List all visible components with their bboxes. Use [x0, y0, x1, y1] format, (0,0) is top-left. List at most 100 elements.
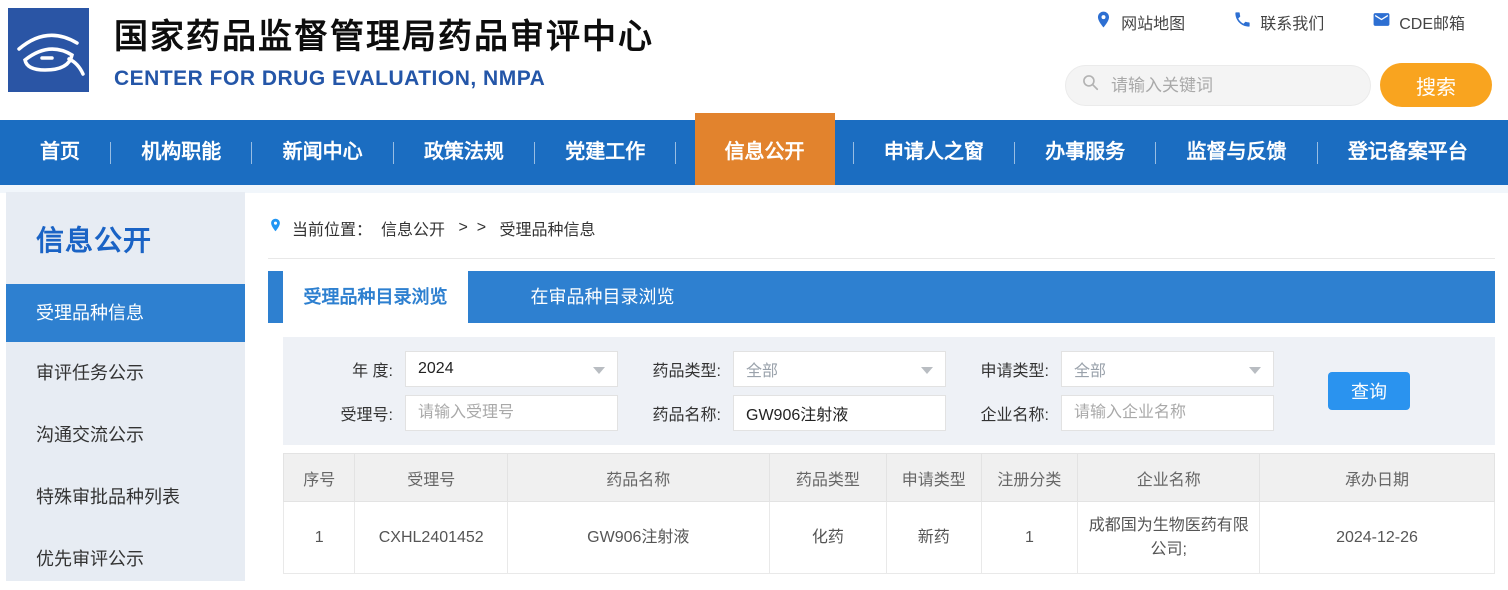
search-icon [1081, 73, 1101, 98]
filter-panel: 年 度: 2024 药品类型: 全部 申请类型: 全部 [283, 337, 1495, 445]
site-title: 国家药品监督管理局药品审评中心 [114, 9, 654, 58]
swan-logo-icon [8, 79, 89, 96]
filter-row-1: 年 度: 2024 药品类型: 全部 申请类型: 全部 [308, 351, 1495, 387]
year-filter: 年 度: 2024 [308, 351, 618, 387]
nav-item-info-disclosure[interactable]: 信息公开 [695, 113, 835, 185]
breadcrumb-separator: > > [454, 219, 490, 237]
acceptance-no-input[interactable] [405, 395, 618, 431]
main-nav: 首页 机构职能 新闻中心 政策法规 党建工作 信息公开 申请人之窗 办事服务 监… [0, 120, 1508, 185]
sidebar-item-special-approval[interactable]: 特殊审批品种列表 [6, 466, 245, 528]
sidebar: 信息公开 受理品种信息 审评任务公示 沟通交流公示 特殊审批品种列表 优先审评公… [6, 192, 245, 581]
main-content: 当前位置： 信息公开 > > 受理品种信息 受理品种目录浏览 在审品种目录浏览 年… [268, 192, 1495, 574]
drug-name-filter: 药品名称: [636, 395, 946, 431]
cell-date: 2024-12-26 [1260, 502, 1495, 574]
sidebar-item-communication[interactable]: 沟通交流公示 [6, 404, 245, 466]
chevron-down-icon [921, 367, 933, 374]
nav-separator [853, 142, 854, 164]
nav-separator [1317, 142, 1318, 164]
site-header: 国家药品监督管理局药品审评中心 CENTER FOR DRUG EVALUATI… [0, 0, 1508, 120]
cell-drug-name: GW906注射液 [508, 502, 770, 574]
nav-separator [675, 142, 676, 164]
drug-type-select-value: 全部 [746, 357, 778, 381]
drug-name-label: 药品名称: [636, 401, 721, 425]
table-row: 1 CXHL2401452 GW906注射液 化药 新药 1 成都国为生物医药有… [284, 502, 1495, 574]
sidebar-title: 信息公开 [6, 192, 245, 259]
cell-acceptance-no: CXHL2401452 [355, 502, 508, 574]
cde-mail-link[interactable]: CDE邮箱 [1372, 10, 1465, 34]
breadcrumb-label: 当前位置： [292, 216, 372, 240]
drug-type-label: 药品类型: [636, 357, 721, 381]
nav-item-supervision[interactable]: 监督与反馈 [1175, 120, 1299, 185]
chevron-down-icon [593, 367, 605, 374]
breadcrumb-link-info-disclosure[interactable]: 信息公开 [381, 216, 445, 240]
cell-apply-type: 新药 [887, 502, 981, 574]
query-button[interactable]: 查询 [1328, 372, 1410, 410]
nav-separator [1014, 142, 1015, 164]
nav-item-news[interactable]: 新闻中心 [271, 120, 375, 185]
col-seq: 序号 [284, 454, 355, 502]
company-label: 企业名称: [964, 401, 1049, 425]
nav-item-services[interactable]: 办事服务 [1033, 120, 1137, 185]
apply-type-select[interactable]: 全部 [1061, 351, 1274, 387]
apply-type-select-value: 全部 [1074, 357, 1106, 381]
col-date: 承办日期 [1260, 454, 1495, 502]
nav-item-home[interactable]: 首页 [28, 120, 92, 185]
breadcrumb-current[interactable]: 受理品种信息 [500, 216, 596, 240]
quick-links: 网站地图 联系我们 CDE邮箱 [1094, 10, 1465, 34]
year-select[interactable]: 2024 [405, 351, 618, 387]
nav-separator [534, 142, 535, 164]
nav-separator [1155, 142, 1156, 164]
contact-link-label: 联系我们 [1260, 10, 1324, 34]
company-input[interactable] [1061, 395, 1274, 431]
nav-item-applicant-window[interactable]: 申请人之窗 [872, 120, 996, 185]
search-button[interactable]: 搜索 [1380, 63, 1492, 107]
apply-type-label: 申请类型: [964, 357, 1049, 381]
sidebar-item-accepted-varieties[interactable]: 受理品种信息 [6, 284, 245, 342]
cde-mail-link-label: CDE邮箱 [1399, 10, 1465, 34]
col-acceptance-no: 受理号 [355, 454, 508, 502]
drug-type-filter: 药品类型: 全部 [636, 351, 946, 387]
site-title-block: 国家药品监督管理局药品审评中心 CENTER FOR DRUG EVALUATI… [114, 9, 654, 91]
col-apply-type: 申请类型 [887, 454, 981, 502]
search-box [1065, 65, 1371, 106]
envelope-icon [1372, 10, 1391, 34]
contact-link[interactable]: 联系我们 [1233, 10, 1324, 34]
results-table-wrap: 序号 受理号 药品名称 药品类型 申请类型 注册分类 企业名称 承办日期 1 C… [283, 453, 1495, 574]
tab-accepted-catalog[interactable]: 受理品种目录浏览 [283, 271, 468, 323]
breadcrumb: 当前位置： 信息公开 > > 受理品种信息 [268, 192, 1495, 259]
search-area: 搜索 [1065, 63, 1492, 107]
nav-item-registration-platform[interactable]: 登记备案平台 [1336, 120, 1480, 185]
acceptance-no-label: 受理号: [308, 401, 393, 425]
year-label: 年 度: [308, 357, 393, 381]
location-pin-icon [1094, 10, 1113, 34]
results-table: 序号 受理号 药品名称 药品类型 申请类型 注册分类 企业名称 承办日期 1 C… [283, 453, 1495, 574]
col-reg-class: 注册分类 [981, 454, 1078, 502]
table-header-row: 序号 受理号 药品名称 药品类型 申请类型 注册分类 企业名称 承办日期 [284, 454, 1495, 502]
nav-item-party[interactable]: 党建工作 [553, 120, 657, 185]
nav-separator [251, 142, 252, 164]
cell-company: 成都国为生物医药有限公司; [1078, 502, 1260, 574]
sidebar-items: 受理品种信息 审评任务公示 沟通交流公示 特殊审批品种列表 优先审评公示 [6, 284, 245, 590]
catalog-tabs: 受理品种目录浏览 在审品种目录浏览 [268, 271, 1495, 323]
tab-under-review-catalog[interactable]: 在审品种目录浏览 [510, 271, 695, 323]
year-select-value: 2024 [418, 360, 454, 378]
company-filter: 企业名称: [964, 395, 1274, 431]
drug-type-select[interactable]: 全部 [733, 351, 946, 387]
site-subtitle: CENTER FOR DRUG EVALUATION, NMPA [114, 67, 654, 91]
col-drug-name: 药品名称 [508, 454, 770, 502]
cell-drug-type: 化药 [769, 502, 886, 574]
phone-icon [1233, 10, 1252, 34]
acceptance-no-filter: 受理号: [308, 395, 618, 431]
chevron-down-icon [1249, 367, 1261, 374]
filter-row-2: 受理号: 药品名称: 企业名称: [308, 395, 1495, 431]
apply-type-filter: 申请类型: 全部 [964, 351, 1274, 387]
drug-name-input[interactable] [733, 395, 946, 431]
cde-logo[interactable] [8, 8, 89, 92]
keyword-search-input[interactable] [1111, 76, 1341, 96]
sitemap-link-label: 网站地图 [1121, 10, 1185, 34]
breadcrumb-pin-icon [268, 215, 283, 240]
sidebar-item-review-tasks[interactable]: 审评任务公示 [6, 342, 245, 404]
nav-item-functions[interactable]: 机构职能 [129, 120, 233, 185]
nav-item-policy[interactable]: 政策法规 [412, 120, 516, 185]
sitemap-link[interactable]: 网站地图 [1094, 10, 1185, 34]
